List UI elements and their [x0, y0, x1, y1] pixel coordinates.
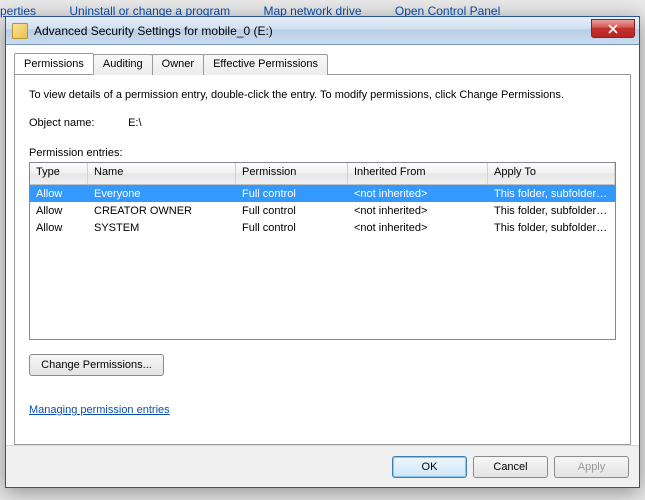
instruction-text: To view details of a permission entry, d…	[29, 89, 616, 101]
cell: This folder, subfolders and...	[488, 204, 615, 218]
permission-entries-label: Permission entries:	[29, 147, 616, 159]
window-title: Advanced Security Settings for mobile_0 …	[34, 24, 273, 38]
managing-permission-entries-link[interactable]: Managing permission entries	[29, 404, 170, 416]
cell: Full control	[236, 204, 348, 218]
titlebar[interactable]: Advanced Security Settings for mobile_0 …	[6, 17, 639, 45]
cell: Allow	[30, 221, 88, 235]
close-button[interactable]	[591, 19, 635, 38]
tab-auditing[interactable]: Auditing	[93, 54, 153, 75]
advanced-security-dialog: Advanced Security Settings for mobile_0 …	[5, 16, 640, 488]
object-name-value: E:\	[128, 117, 141, 129]
cell: <not inherited>	[348, 187, 488, 201]
cell: Allow	[30, 204, 88, 218]
tab-permissions[interactable]: Permissions	[14, 53, 94, 74]
help-link-row: Managing permission entries	[29, 404, 616, 416]
cancel-button[interactable]: Cancel	[473, 456, 548, 478]
cell: <not inherited>	[348, 221, 488, 235]
ok-button[interactable]: OK	[392, 456, 467, 478]
col-name[interactable]: Name	[88, 163, 236, 184]
cell: <not inherited>	[348, 204, 488, 218]
tab-panel-permissions: To view details of a permission entry, d…	[14, 74, 631, 445]
tab-owner[interactable]: Owner	[152, 54, 204, 75]
dialog-button-bar: OK Cancel Apply	[6, 445, 639, 487]
cell: Full control	[236, 221, 348, 235]
tab-strip: Permissions Auditing Owner Effective Per…	[14, 53, 631, 74]
object-name-label: Object name:	[29, 117, 125, 129]
cell: CREATOR OWNER	[88, 204, 236, 218]
tab-effective-permissions[interactable]: Effective Permissions	[203, 54, 328, 75]
table-row[interactable]: AllowSYSTEMFull control<not inherited>Th…	[30, 219, 615, 236]
cell: Allow	[30, 187, 88, 201]
cell: Everyone	[88, 187, 236, 201]
change-permissions-button[interactable]: Change Permissions...	[29, 354, 164, 376]
col-inherited-from[interactable]: Inherited From	[348, 163, 488, 184]
list-body: AllowEveryoneFull control<not inherited>…	[30, 185, 615, 339]
list-header: Type Name Permission Inherited From Appl…	[30, 163, 615, 185]
object-name-row: Object name: E:\	[29, 117, 616, 129]
close-icon	[608, 24, 618, 34]
table-row[interactable]: AllowEveryoneFull control<not inherited>…	[30, 185, 615, 202]
cell: SYSTEM	[88, 221, 236, 235]
dialog-body: Permissions Auditing Owner Effective Per…	[6, 45, 639, 445]
col-type[interactable]: Type	[30, 163, 88, 184]
cell: This folder, subfolders and...	[488, 221, 615, 235]
col-apply-to[interactable]: Apply To	[488, 163, 615, 184]
cell: Full control	[236, 187, 348, 201]
apply-button[interactable]: Apply	[554, 456, 629, 478]
table-row[interactable]: AllowCREATOR OWNERFull control<not inher…	[30, 202, 615, 219]
col-permission[interactable]: Permission	[236, 163, 348, 184]
cell: This folder, subfolders and...	[488, 187, 615, 201]
folder-security-icon	[12, 23, 28, 39]
permission-entries-list[interactable]: Type Name Permission Inherited From Appl…	[29, 162, 616, 340]
